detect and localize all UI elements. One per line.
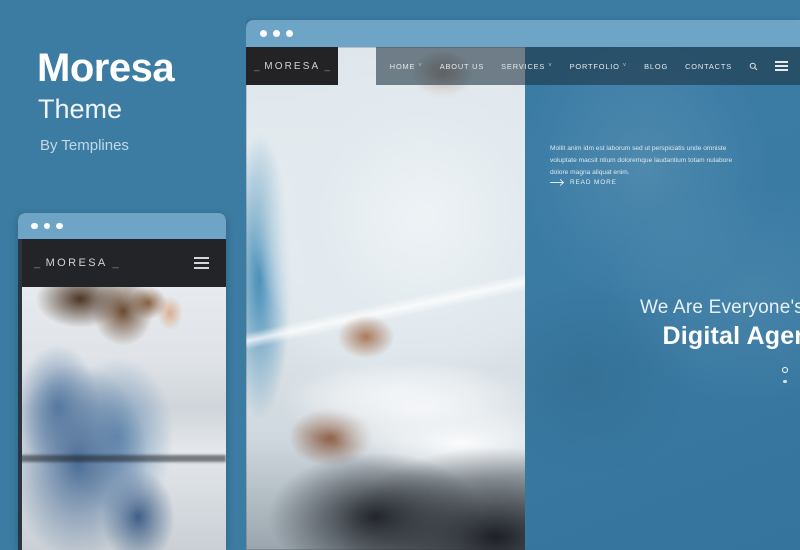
nav-item-label: PORTFOLIO bbox=[569, 61, 620, 71]
nav-item-label: SERVICES bbox=[501, 61, 546, 71]
search-icon[interactable] bbox=[749, 62, 758, 71]
window-dot-maximize[interactable] bbox=[56, 222, 63, 230]
nav-item-services[interactable]: SERVICES ˅ bbox=[501, 62, 552, 71]
page-title: Moresa bbox=[37, 46, 175, 90]
mini-window-left-edge bbox=[18, 239, 22, 550]
mini-hero-photo bbox=[18, 287, 226, 550]
hero-heading-line1: We Are Everyone's bbox=[639, 297, 800, 318]
navbar-spacer bbox=[338, 47, 376, 85]
read-more-link[interactable]: READ MORE bbox=[550, 179, 617, 186]
hamburger-menu-icon[interactable] bbox=[194, 257, 209, 269]
nav-item-about-us[interactable]: ABOUT US bbox=[440, 62, 484, 71]
mobile-preview-window: _ MORESA _ bbox=[18, 213, 226, 550]
main-browser-window: _ MORESA _ HOME ˅ ABOUT US SERVICES ˅ PO… bbox=[246, 20, 800, 550]
window-dot-maximize[interactable] bbox=[286, 30, 293, 37]
logo-dash-right: _ bbox=[324, 60, 331, 72]
window-dot-close[interactable] bbox=[31, 222, 38, 230]
page-subtitle: Theme bbox=[38, 94, 123, 124]
arrow-right-icon bbox=[550, 182, 563, 183]
author-credit: By Templines bbox=[40, 137, 129, 154]
chevron-down-icon: ˅ bbox=[548, 63, 553, 69]
window-dot-minimize[interactable] bbox=[273, 30, 280, 37]
logo-label: MORESA bbox=[45, 257, 108, 269]
nav-item-label: BLOG bbox=[644, 61, 669, 71]
mini-site-logo[interactable]: _ MORESA _ bbox=[34, 257, 119, 269]
nav-item-label: CONTACTS bbox=[685, 61, 732, 71]
nav-item-blog[interactable]: BLOG bbox=[644, 62, 668, 71]
nav-item-label: ABOUT US bbox=[439, 61, 485, 71]
window-controls[interactable] bbox=[260, 30, 293, 37]
nav-item-home[interactable]: HOME ˅ bbox=[390, 62, 423, 71]
mini-window-title-bar[interactable] bbox=[18, 213, 226, 239]
logo-label: MORESA bbox=[264, 60, 320, 72]
nav-item-contacts[interactable]: CONTACTS bbox=[685, 62, 732, 71]
nav-item-portfolio[interactable]: PORTFOLIO ˅ bbox=[570, 62, 628, 71]
hamburger-menu-icon[interactable] bbox=[775, 61, 788, 71]
chevron-down-icon: ˅ bbox=[622, 63, 628, 69]
site-logo[interactable]: _ MORESA _ bbox=[246, 47, 338, 85]
photo-dark-band bbox=[18, 455, 226, 462]
mini-site-navbar: _ MORESA _ bbox=[18, 239, 226, 287]
window-dot-close[interactable] bbox=[260, 30, 267, 37]
hero-paragraph: Mollit anim idm est laborum sed ut persp… bbox=[550, 145, 733, 177]
nav-item-label: HOME bbox=[389, 61, 416, 71]
chevron-down-icon: ˅ bbox=[418, 63, 423, 69]
main-window-title-bar[interactable] bbox=[246, 20, 800, 47]
logo-dash-right: _ bbox=[112, 257, 119, 269]
carousel-indicators[interactable] bbox=[782, 367, 788, 384]
mini-site-viewport: _ MORESA _ bbox=[18, 239, 226, 550]
logo-dash-left: _ bbox=[253, 60, 260, 72]
window-dot-minimize[interactable] bbox=[43, 222, 50, 230]
navbar-menu: HOME ˅ ABOUT US SERVICES ˅ PORTFOLIO ˅ B… bbox=[375, 47, 800, 85]
screenshot-root: Moresa Theme By Templines _ MORESA _ HOM… bbox=[0, 0, 800, 550]
hero-content: We Are Everyone's Digital Agency Mollit … bbox=[542, 47, 800, 550]
site-navbar: _ MORESA _ HOME ˅ ABOUT US SERVICES ˅ PO… bbox=[246, 47, 800, 85]
read-more-label: READ MORE bbox=[570, 179, 617, 186]
mini-window-controls[interactable] bbox=[31, 222, 63, 230]
main-site-viewport: _ MORESA _ HOME ˅ ABOUT US SERVICES ˅ PO… bbox=[246, 47, 800, 550]
hero-heading-line2: Digital Agency bbox=[662, 322, 800, 350]
carousel-dot[interactable] bbox=[783, 380, 787, 384]
logo-dash-left: _ bbox=[34, 257, 41, 269]
site-logo-text: _ MORESA _ bbox=[254, 61, 330, 72]
carousel-dot-active[interactable] bbox=[782, 367, 788, 373]
